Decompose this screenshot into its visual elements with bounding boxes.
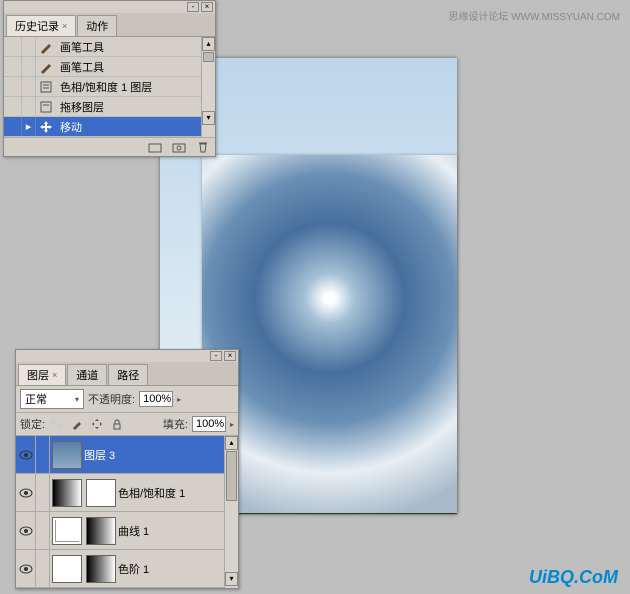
trash-icon[interactable] (195, 140, 211, 154)
visibility-icon[interactable] (16, 474, 36, 511)
layer-thumbnail[interactable] (52, 555, 82, 583)
layer-thumbnail[interactable] (52, 441, 82, 469)
opacity-slider-icon[interactable]: ▸ (177, 395, 181, 404)
scroll-thumb[interactable] (226, 451, 237, 501)
tab-label: 历史记录 (15, 18, 59, 34)
layer-thumbnail[interactable] (52, 517, 82, 545)
lock-position-icon[interactable] (89, 417, 105, 431)
layer-name: 曲线 1 (118, 523, 149, 539)
scroll-down-icon[interactable]: ▾ (202, 111, 215, 125)
mask-thumbnail[interactable] (86, 517, 116, 545)
tab-label: 通道 (76, 367, 98, 383)
scrollbar[interactable]: ▴ ▾ (201, 37, 215, 137)
history-label: 色相/饱和度 1 图层 (56, 79, 152, 95)
blend-mode-select[interactable]: 正常 ▾ (20, 389, 84, 409)
adjust-icon (36, 80, 56, 94)
tab-actions[interactable]: 动作 (77, 15, 117, 36)
history-item[interactable]: 画笔工具 (4, 57, 201, 77)
camera-icon[interactable] (171, 140, 187, 154)
history-footer (4, 137, 215, 156)
placed-image[interactable] (202, 155, 457, 513)
scroll-up-icon[interactable]: ▴ (225, 436, 238, 450)
layer-name: 图层 3 (84, 447, 115, 463)
move-icon (36, 120, 56, 134)
history-tabs: 历史记录× 动作 (4, 13, 215, 37)
history-label: 移动 (56, 119, 82, 135)
tab-label: 动作 (86, 18, 108, 34)
fill-label: 填充: (163, 416, 188, 432)
scroll-down-icon[interactable]: ▾ (225, 572, 238, 586)
tab-label: 图层 (27, 367, 49, 383)
layer-name: 色相/饱和度 1 (118, 485, 185, 501)
brush-icon (36, 40, 56, 54)
adjust-icon (36, 100, 56, 114)
history-label: 画笔工具 (56, 39, 104, 55)
visibility-icon[interactable] (16, 436, 36, 473)
layer-item[interactable]: 色阶 1 (16, 550, 224, 588)
lock-all-icon[interactable] (109, 417, 125, 431)
tab-layers[interactable]: 图层× (18, 364, 66, 385)
minimize-button[interactable]: - (187, 2, 199, 12)
close-icon[interactable]: × (52, 370, 57, 380)
history-item[interactable]: 色相/饱和度 1 图层 (4, 77, 201, 97)
layer-item[interactable]: 图层 3 (16, 436, 224, 474)
history-panel: - × 历史记录× 动作 画笔工具 画笔工具 色相/饱和度 1 图层 拖移图层 … (3, 0, 216, 157)
opacity-label: 不透明度: (88, 391, 135, 407)
fill-slider-icon[interactable]: ▸ (230, 420, 234, 429)
blend-mode-label: 正常 (25, 391, 47, 407)
history-list: 画笔工具 画笔工具 色相/饱和度 1 图层 拖移图层 ▸移动 (4, 37, 201, 137)
chevron-down-icon: ▾ (75, 395, 79, 404)
layers-panel: - × 图层× 通道 路径 正常▾ 不透明度: 100% ▸ 锁定: 填充: 1… (15, 349, 239, 589)
tab-paths[interactable]: 路径 (108, 364, 148, 385)
layer-list: 图层 3 色相/饱和度 1 曲线 1 色阶 1 (16, 436, 224, 588)
visibility-icon[interactable] (16, 512, 36, 549)
close-button[interactable]: × (224, 351, 236, 361)
layer-thumbnail[interactable] (52, 479, 82, 507)
minimize-button[interactable]: - (210, 351, 222, 361)
close-button[interactable]: × (201, 2, 213, 12)
scroll-up-icon[interactable]: ▴ (202, 37, 215, 51)
opacity-input[interactable]: 100% (139, 391, 173, 407)
lock-label: 锁定: (20, 416, 45, 432)
layer-item[interactable]: 曲线 1 (16, 512, 224, 550)
history-item[interactable]: 画笔工具 (4, 37, 201, 57)
mask-thumbnail[interactable] (86, 555, 116, 583)
lock-pixels-icon[interactable] (69, 417, 85, 431)
scrollbar[interactable]: ▴ ▾ (224, 436, 238, 588)
history-item[interactable]: 拖移图层 (4, 97, 201, 117)
fill-input[interactable]: 100% (192, 416, 226, 432)
history-label: 拖移图层 (56, 99, 104, 115)
tab-channels[interactable]: 通道 (67, 364, 107, 385)
mask-thumbnail[interactable] (86, 479, 116, 507)
visibility-icon[interactable] (16, 550, 36, 587)
brush-icon (36, 60, 56, 74)
watermark-top: 思缘设计论坛 WWW.MISSYUAN.COM (448, 8, 620, 23)
tab-history[interactable]: 历史记录× (6, 15, 76, 36)
snapshot-icon[interactable] (147, 140, 163, 154)
history-label: 画笔工具 (56, 59, 104, 75)
scroll-thumb[interactable] (203, 52, 214, 62)
watermark-bottom: UiBQ.CoM (529, 567, 618, 588)
tab-label: 路径 (117, 367, 139, 383)
lock-transparent-icon[interactable] (49, 417, 65, 431)
history-item[interactable]: ▸移动 (4, 117, 201, 137)
layer-item[interactable]: 色相/饱和度 1 (16, 474, 224, 512)
layers-tabs: 图层× 通道 路径 (16, 362, 238, 386)
layer-name: 色阶 1 (118, 561, 149, 577)
close-icon[interactable]: × (62, 21, 67, 31)
